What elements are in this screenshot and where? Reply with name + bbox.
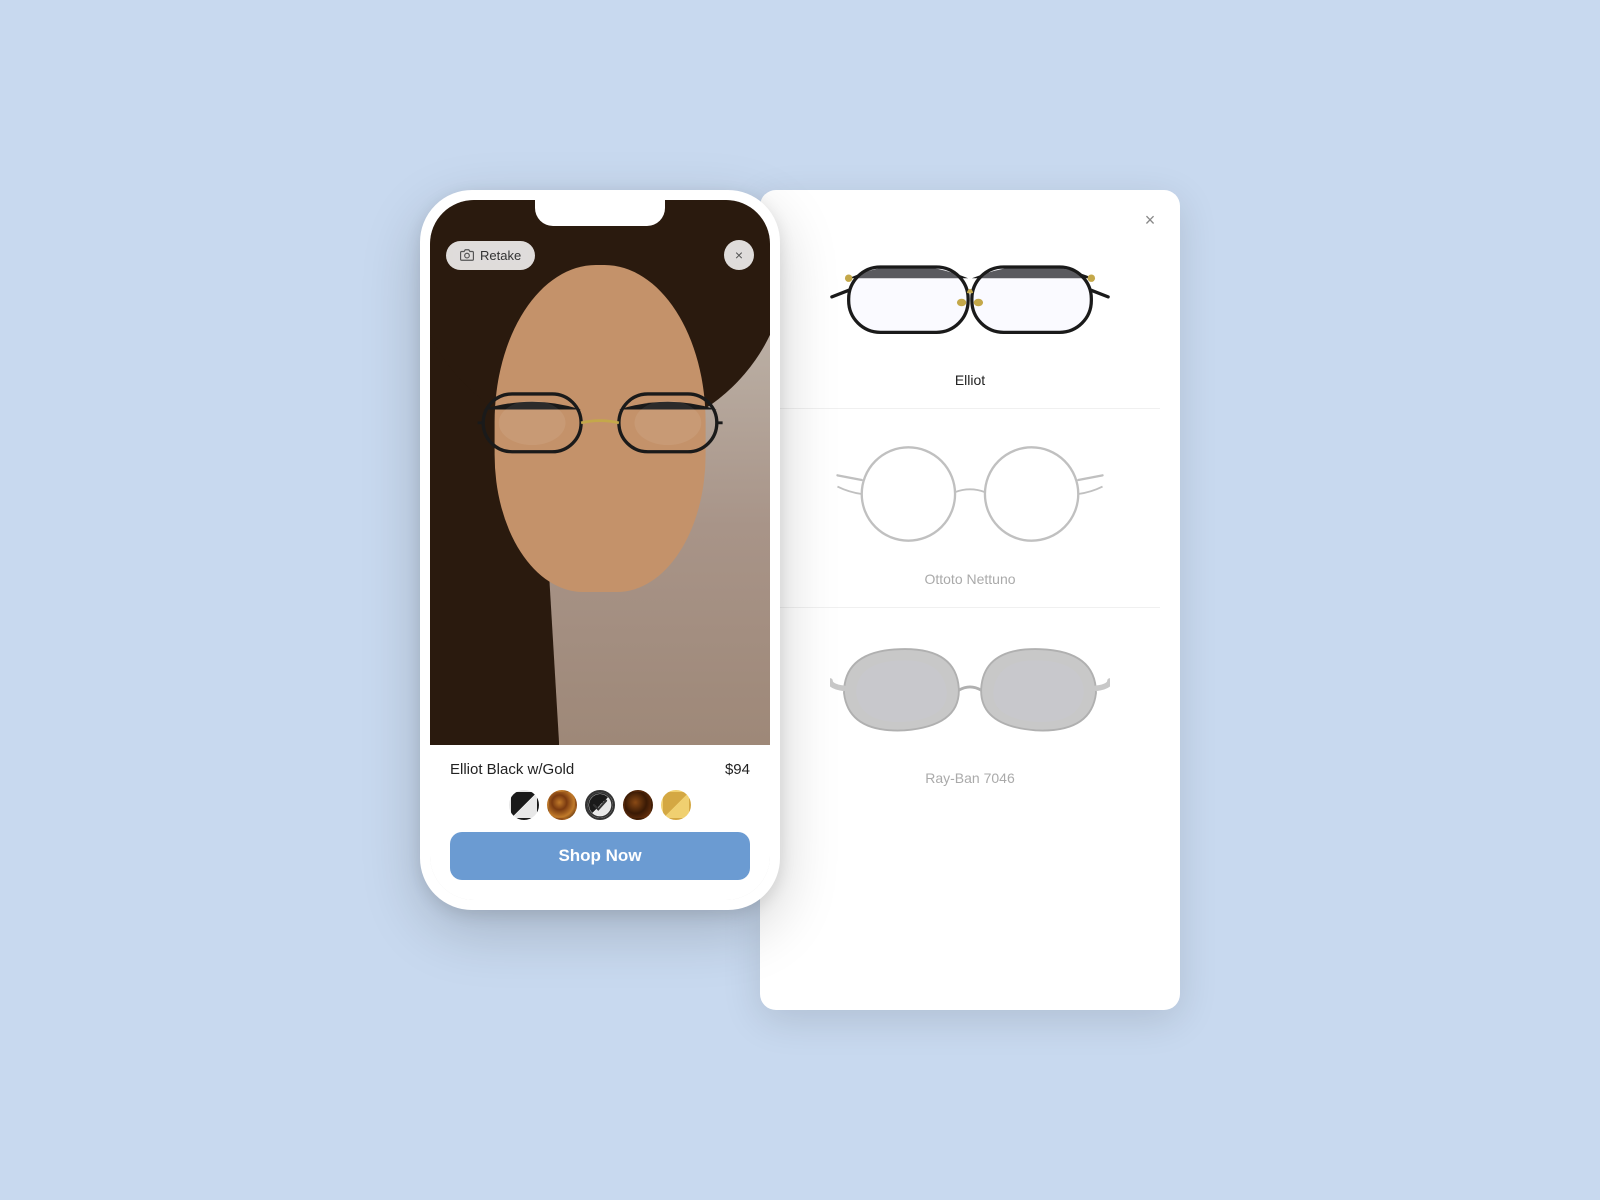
list-item-elliot[interactable]: Elliot (780, 210, 1160, 409)
phone-close-icon: × (735, 247, 743, 263)
product-info-panel: Elliot Black w/Gold $94 Shop Now (430, 745, 770, 900)
phone-mockup: Retake × Elliot Black w/Gold $94 (420, 190, 780, 910)
phone-notch (535, 200, 665, 226)
camera-controls: Retake × (430, 240, 770, 270)
swatch-tortoise[interactable] (547, 790, 577, 820)
swatch-gold[interactable] (661, 790, 691, 820)
main-scene: Retake × Elliot Black w/Gold $94 (420, 190, 1180, 1010)
list-item-ottoto[interactable]: Ottoto Nettuno (780, 409, 1160, 608)
elliot-label: Elliot (955, 372, 985, 388)
camera-area: Retake × (430, 200, 770, 745)
list-item-rayban[interactable]: Ray-Ban 7046 (780, 608, 1160, 806)
swatch-dark-tort[interactable] (623, 790, 653, 820)
ottoto-label: Ottoto Nettuno (924, 571, 1015, 587)
ottoto-glasses-image (830, 429, 1110, 559)
elliot-glasses-image (830, 230, 1110, 360)
checkmark-icon (587, 792, 613, 818)
swatch-check-selected[interactable] (585, 790, 615, 820)
product-name: Elliot Black w/Gold (450, 761, 574, 778)
retake-label: Retake (480, 248, 521, 263)
rayban-glasses-image (830, 628, 1110, 758)
camera-icon (460, 248, 474, 262)
phone-close-button[interactable]: × (724, 240, 754, 270)
rayban-label: Ray-Ban 7046 (925, 770, 1015, 786)
glasses-selection-panel: × (760, 190, 1180, 1010)
phone-inner: Retake × Elliot Black w/Gold $94 (430, 200, 770, 900)
face-background (430, 200, 770, 745)
color-swatches (450, 790, 750, 820)
product-price: $94 (725, 761, 750, 778)
retake-button[interactable]: Retake (446, 241, 535, 270)
shop-now-button[interactable]: Shop Now (450, 832, 750, 880)
panel-close-button[interactable]: × (1136, 206, 1164, 234)
swatch-bw[interactable] (509, 790, 539, 820)
product-row: Elliot Black w/Gold $94 (450, 761, 750, 778)
glasses-on-face (478, 385, 723, 468)
